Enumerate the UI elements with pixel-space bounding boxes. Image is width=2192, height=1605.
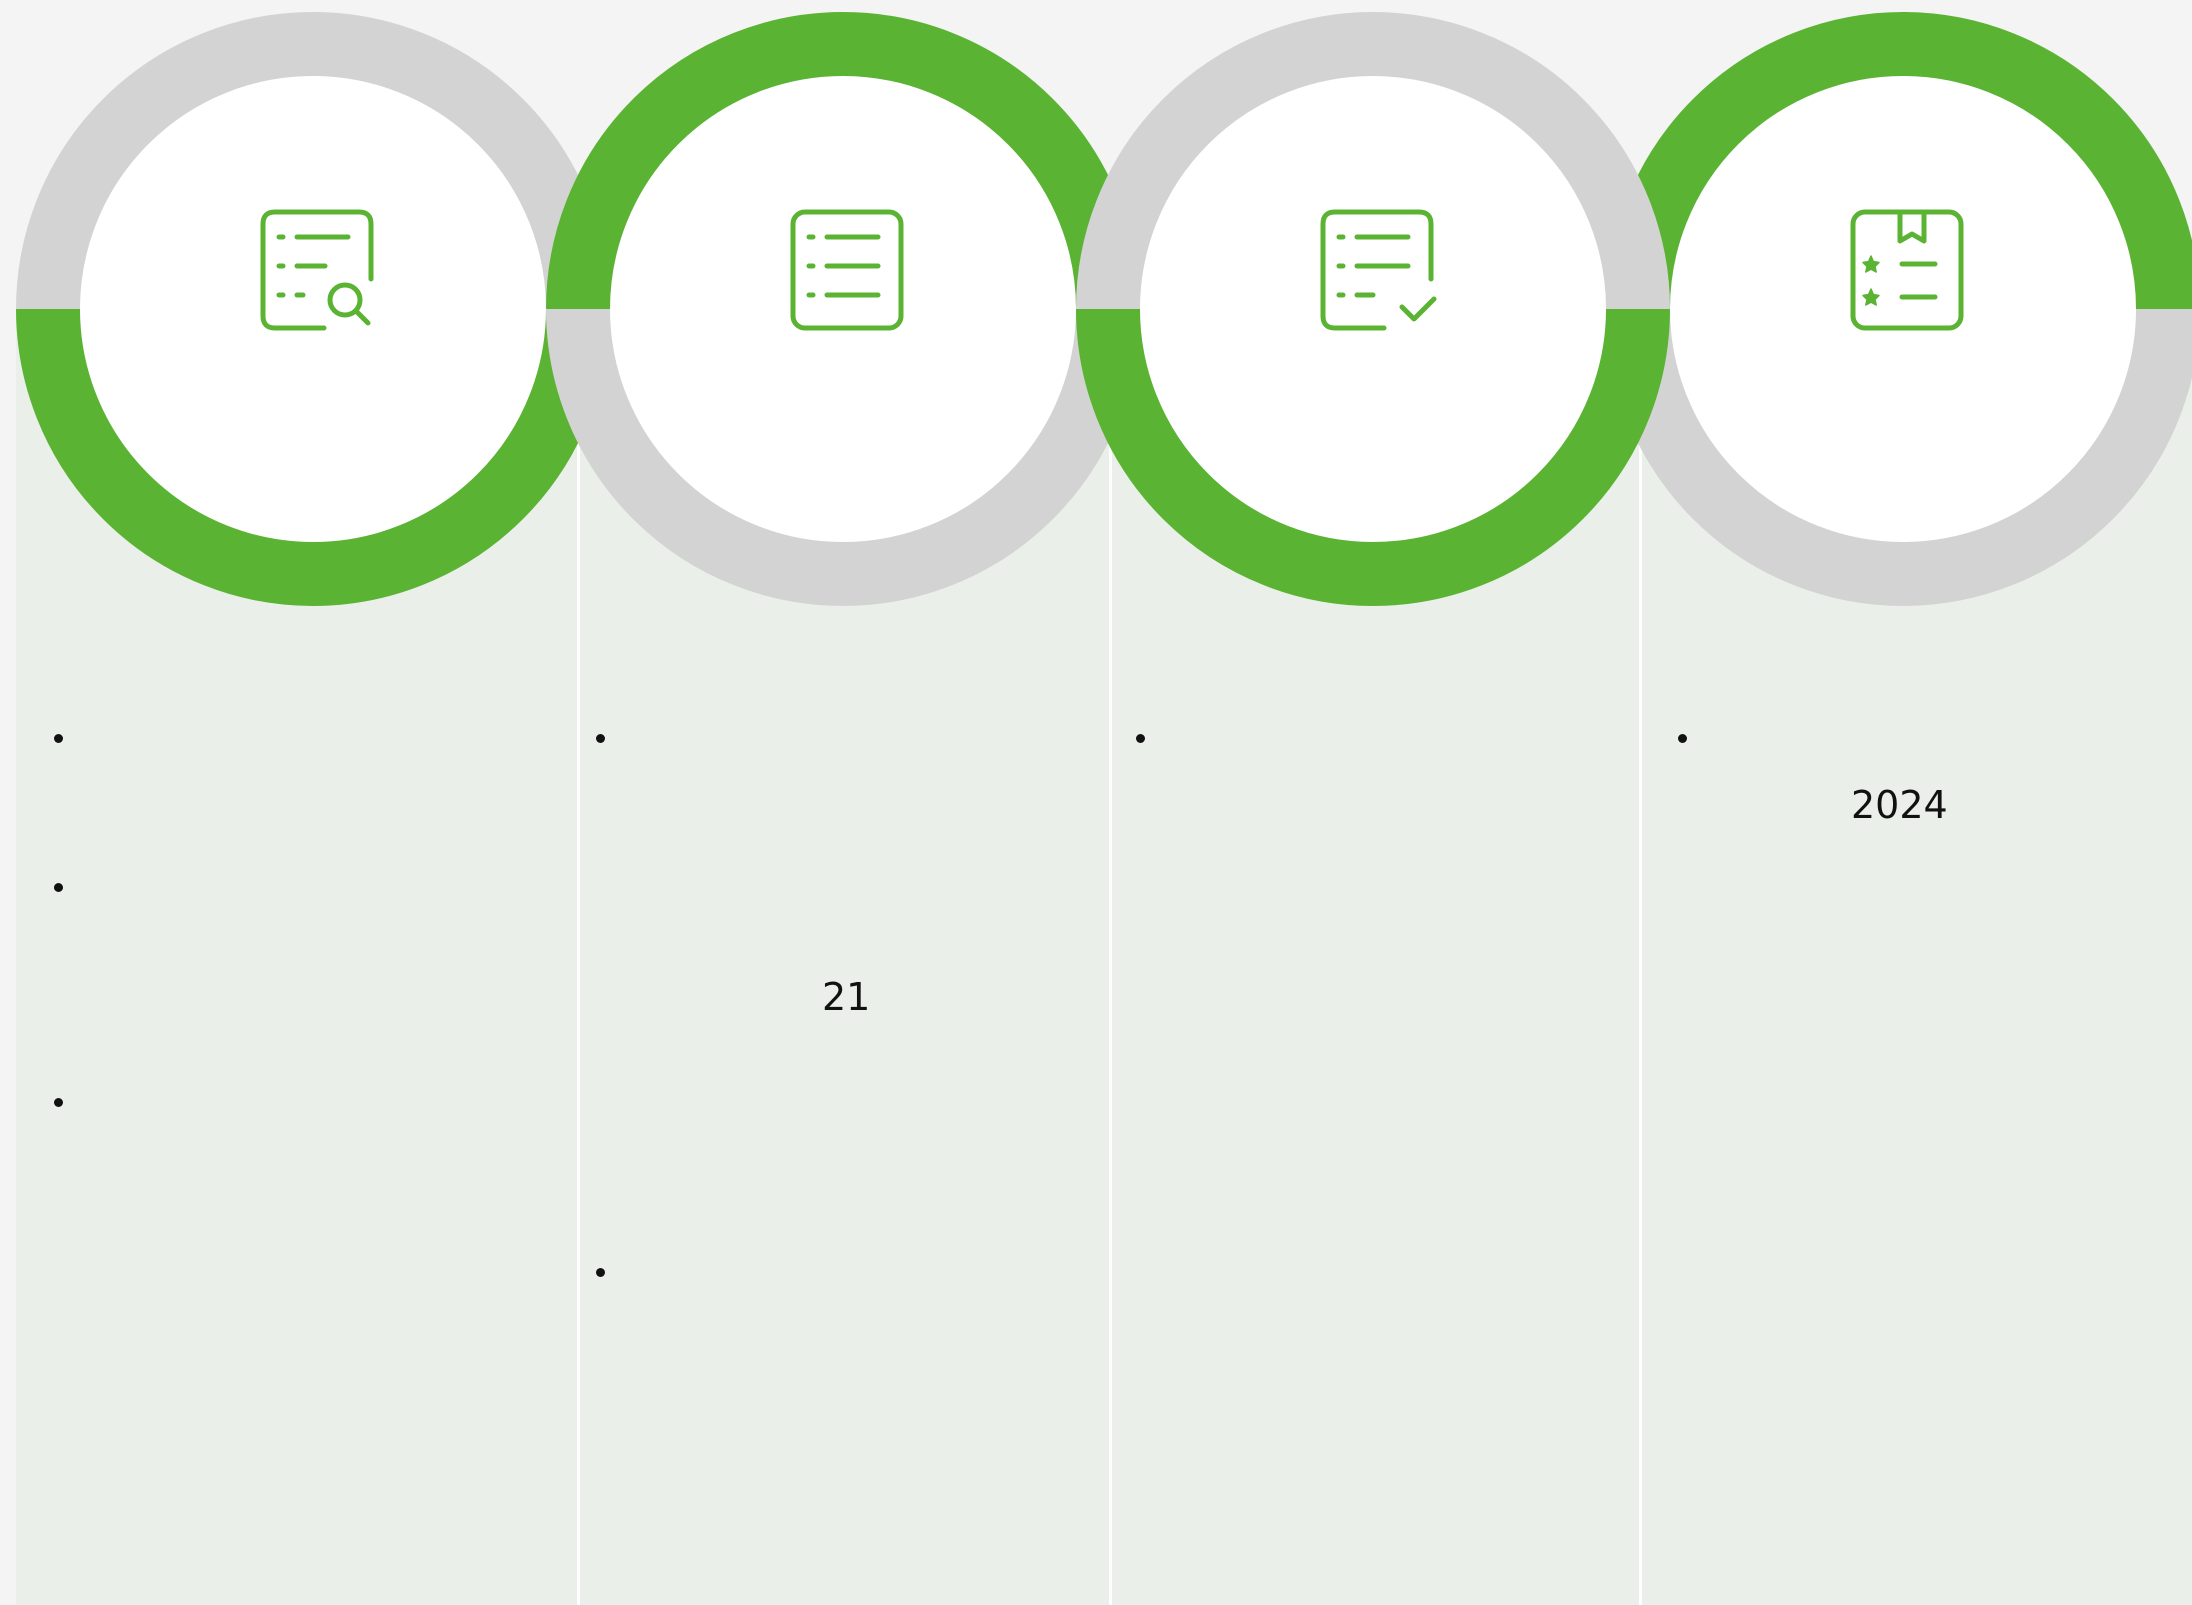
bullet-point (1678, 734, 1687, 743)
bullet-point (1136, 734, 1145, 743)
checklist-icon (1303, 200, 1443, 340)
bullet-point (54, 734, 63, 743)
bookmark-star-list-icon (1833, 200, 1973, 340)
report-search-icon (243, 200, 383, 340)
bullet-point (596, 1268, 605, 1277)
stage-2-value: 21 (822, 975, 871, 1019)
list-details-icon (773, 200, 913, 340)
bullet-point (54, 883, 63, 892)
bullet-point (54, 1098, 63, 1107)
bullet-point (596, 734, 605, 743)
stage-4-value: 2024 (1851, 783, 1948, 827)
